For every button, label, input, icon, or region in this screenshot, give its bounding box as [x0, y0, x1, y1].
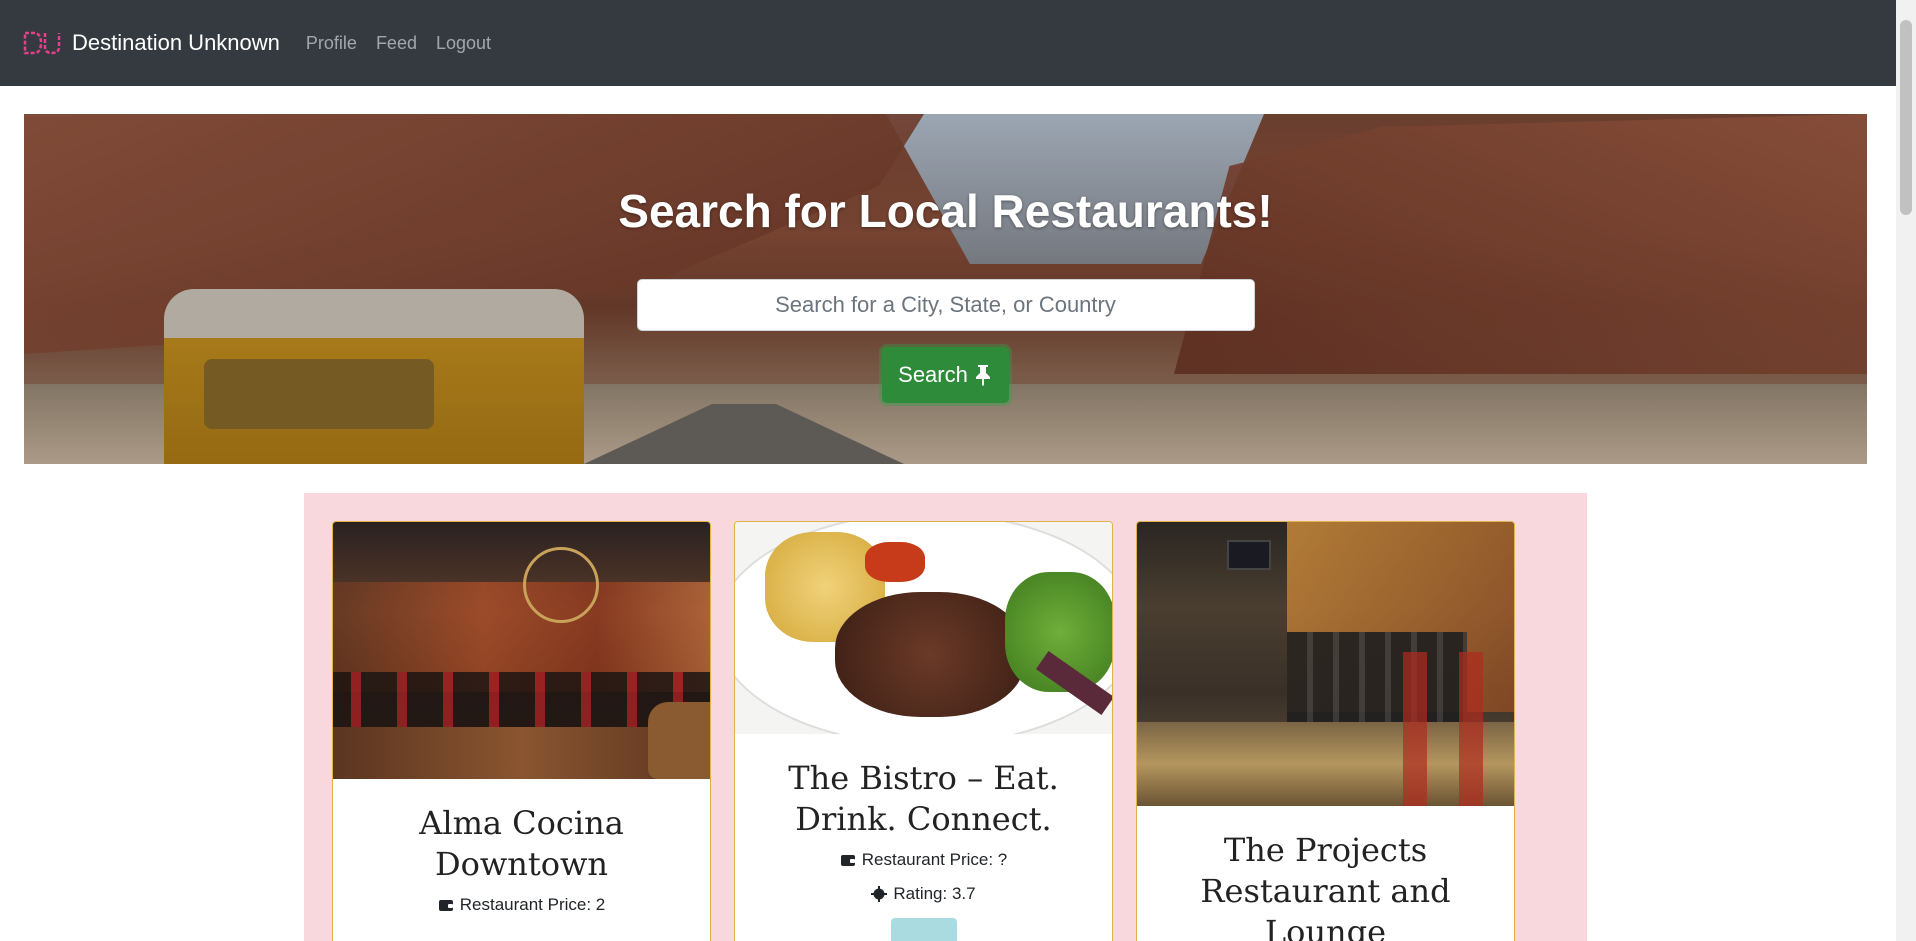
scrollbar-thumb[interactable]	[1900, 20, 1912, 215]
navbar: Destination Unknown Profile Feed Logout	[0, 0, 1896, 86]
restaurant-price: Restaurant Price: 2	[333, 895, 710, 915]
hero-content: Search for Local Restaurants! Search	[24, 114, 1867, 464]
restaurant-card[interactable]: The Projects Restaurant and Lounge	[1136, 521, 1515, 941]
image-barrel	[648, 702, 710, 779]
brand-name: Destination Unknown	[72, 30, 280, 55]
image-chandelier	[523, 547, 599, 623]
search-button-label: Search	[898, 361, 968, 387]
nav-link-profile[interactable]: Profile	[306, 33, 357, 54]
wallet-icon	[438, 900, 453, 911]
image-stools	[1387, 652, 1514, 806]
brand-logo-icon	[23, 31, 61, 55]
search-input[interactable]	[636, 278, 1255, 331]
restaurant-rating-label: Rating: 3.7	[893, 884, 976, 903]
pushpin-icon	[975, 364, 990, 386]
wallet-icon	[840, 855, 855, 866]
nav-link-logout[interactable]: Logout	[436, 33, 491, 54]
restaurant-image[interactable]	[333, 522, 710, 779]
restaurant-name: Alma Cocina Downtown	[419, 804, 624, 883]
image-steak	[835, 592, 1025, 717]
results-section: Alma Cocina Downtown Restaurant Price: 2…	[304, 493, 1587, 941]
image-tv	[1227, 540, 1271, 570]
restaurant-rating: Rating: 3.7	[735, 884, 1112, 904]
favorite-button[interactable]	[890, 918, 957, 941]
restaurant-price-label: Restaurant Price: ?	[861, 850, 1008, 869]
badge-star-icon	[871, 886, 888, 902]
brand[interactable]: Destination Unknown	[22, 30, 280, 56]
page-scrollbar[interactable]	[1896, 0, 1916, 941]
image-pepper	[865, 542, 925, 582]
restaurant-name: The Bistro – Eat. Drink. Connect.	[788, 759, 1059, 838]
restaurant-price-label: Restaurant Price: 2	[459, 895, 606, 914]
restaurant-card[interactable]: The Bistro – Eat. Drink. Connect. Restau…	[734, 521, 1113, 941]
restaurant-image[interactable]	[735, 522, 1112, 734]
restaurant-price: Restaurant Price: ?	[735, 850, 1112, 870]
restaurant-card[interactable]: Alma Cocina Downtown Restaurant Price: 2	[332, 521, 711, 941]
restaurant-image[interactable]	[1137, 522, 1514, 806]
nav-link-feed[interactable]: Feed	[376, 33, 417, 54]
nav-links: Profile Feed Logout	[306, 33, 510, 54]
search-button[interactable]: Search	[882, 346, 1009, 403]
restaurant-name: The Projects Restaurant and Lounge	[1200, 831, 1451, 941]
hero-title: Search for Local Restaurants!	[618, 185, 1273, 237]
hero-banner: Search for Local Restaurants! Search	[24, 114, 1867, 464]
